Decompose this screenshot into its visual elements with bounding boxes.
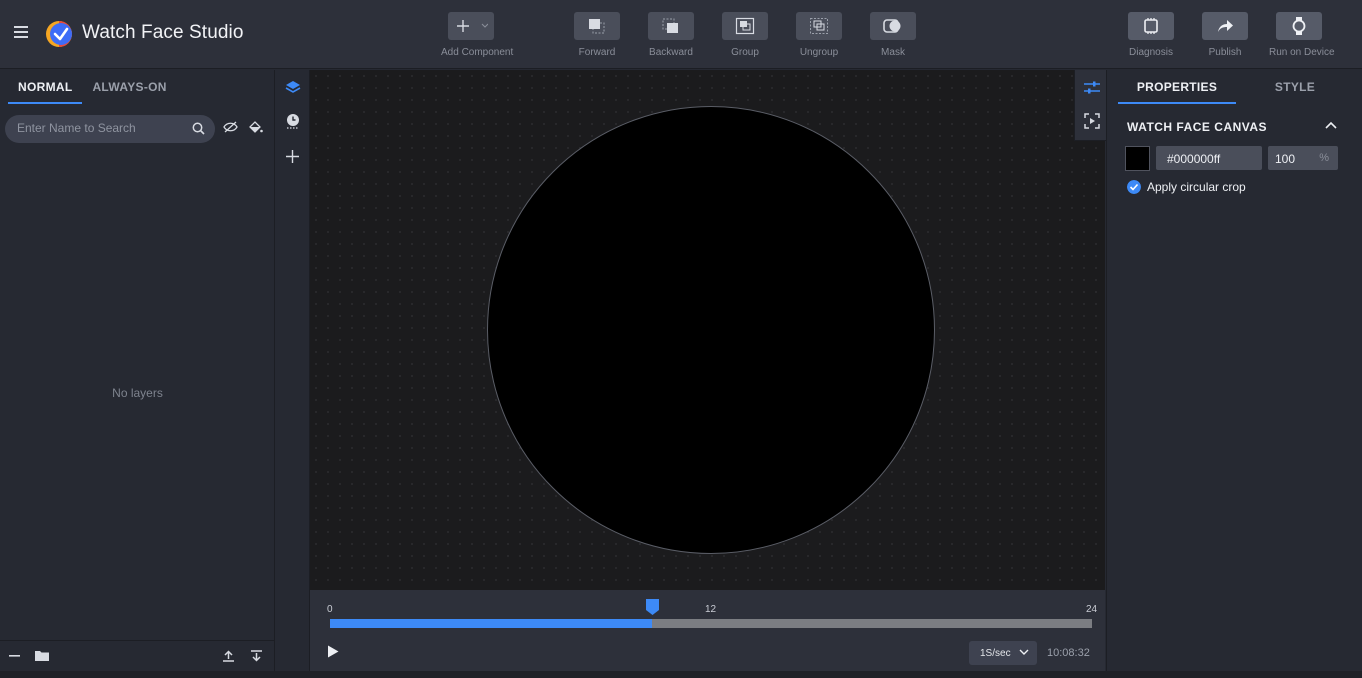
opacity-field[interactable]: 100 %	[1268, 146, 1338, 170]
minus-icon[interactable]	[9, 655, 20, 657]
ungroup-button[interactable]: Ungroup	[789, 12, 849, 58]
backward-button[interactable]: Backward	[641, 12, 701, 58]
timeline-progress	[330, 619, 652, 628]
diagnosis-label: Diagnosis	[1129, 47, 1173, 58]
speed-dropdown[interactable]: 1S/sec	[969, 641, 1037, 665]
share-arrow-icon	[1218, 20, 1233, 32]
timeline-mid-label: 12	[705, 604, 717, 615]
move-to-bottom-icon[interactable]	[250, 650, 263, 662]
tab-always-on[interactable]: ALWAYS-ON	[82, 70, 176, 104]
group-label: Group	[731, 47, 759, 58]
clock-icon[interactable]	[285, 113, 301, 129]
play-icon[interactable]	[327, 645, 339, 658]
tab-properties[interactable]: PROPERTIES	[1118, 70, 1236, 104]
ungroup-icon	[810, 18, 828, 34]
forward-label: Forward	[578, 47, 616, 58]
empty-layers-text: No layers	[112, 386, 163, 400]
chevron-down-icon	[1019, 649, 1029, 655]
timeline: 0 12 24 1S/sec 10:08:32	[310, 590, 1105, 671]
hide-eye-icon[interactable]	[223, 121, 238, 133]
chip-icon	[1144, 18, 1158, 34]
tab-normal[interactable]: NORMAL	[8, 70, 83, 104]
search-input[interactable]	[17, 121, 177, 135]
run-on-device-button[interactable]: Run on Device	[1269, 12, 1335, 58]
opacity-unit: %	[1319, 152, 1329, 164]
run-on-device-label: Run on Device	[1269, 47, 1335, 58]
preview-frame-icon[interactable]	[1084, 113, 1100, 129]
layers-panel: NORMAL ALWAYS-ON No layers	[0, 70, 275, 671]
forward-button[interactable]: Forward	[567, 12, 627, 58]
chevron-up-icon[interactable]	[1325, 121, 1337, 129]
color-hex-field[interactable]: #000000ff	[1156, 146, 1262, 170]
section-title: WATCH FACE CANVAS	[1127, 120, 1268, 134]
layers-icon[interactable]	[285, 80, 301, 94]
watch-face-preview[interactable]	[487, 106, 935, 554]
design-canvas[interactable]	[310, 70, 1105, 590]
inspector-tabs: PROPERTIES STYLE	[1118, 70, 1354, 104]
add-component-label: Add Component	[441, 47, 514, 58]
panel-switcher	[276, 70, 310, 671]
timeline-end-label: 24	[1086, 604, 1098, 615]
add-component-icon[interactable]	[448, 12, 494, 40]
backward-label: Backward	[649, 47, 693, 58]
folder-icon[interactable]	[35, 650, 49, 661]
opacity-value: 100	[1275, 152, 1296, 166]
backward-icon	[662, 18, 678, 33]
mask-button[interactable]: Mask	[863, 12, 923, 58]
diagnosis-button[interactable]: Diagnosis	[1121, 12, 1181, 58]
add-component-button[interactable]: Add Component	[441, 12, 514, 58]
tab-style[interactable]: STYLE	[1236, 70, 1354, 104]
mask-icon	[883, 19, 901, 33]
move-to-top-icon[interactable]	[222, 650, 235, 662]
menu-icon[interactable]	[14, 26, 28, 38]
ungroup-label: Ungroup	[799, 47, 839, 58]
mask-label: Mask	[881, 47, 905, 58]
watch-icon	[1292, 17, 1306, 35]
layer-search[interactable]	[5, 115, 215, 143]
current-time: 10:08:32	[1047, 647, 1090, 659]
status-bar	[0, 671, 1362, 678]
timeline-handle[interactable]	[646, 599, 659, 615]
add-icon[interactable]	[285, 149, 300, 164]
sliders-icon[interactable]	[1084, 81, 1100, 94]
publish-label: Publish	[1208, 47, 1242, 58]
app-title: Watch Face Studio	[82, 22, 244, 43]
search-icon[interactable]	[192, 122, 205, 135]
publish-button[interactable]: Publish	[1195, 12, 1255, 58]
timeline-start-label: 0	[327, 604, 333, 615]
forward-icon	[589, 19, 605, 34]
layers-footer	[0, 640, 275, 671]
color-swatch[interactable]	[1125, 146, 1150, 171]
apply-crop-checkbox[interactable]	[1127, 180, 1141, 194]
speed-value: 1S/sec	[980, 648, 1011, 659]
group-icon	[735, 17, 755, 35]
layer-mode-tabs: NORMAL ALWAYS-ON	[8, 70, 177, 104]
inspector-switcher	[1074, 70, 1107, 141]
group-button[interactable]: Group	[715, 12, 775, 58]
app-logo-icon	[46, 21, 72, 47]
apply-crop-label: Apply circular crop	[1147, 180, 1246, 194]
paint-bucket-icon[interactable]	[248, 121, 263, 134]
top-toolbar: Watch Face Studio Add Component Forward …	[0, 0, 1362, 69]
properties-panel: PROPERTIES STYLE WATCH FACE CANVAS #0000…	[1106, 70, 1362, 671]
timeline-track[interactable]	[330, 619, 1092, 628]
